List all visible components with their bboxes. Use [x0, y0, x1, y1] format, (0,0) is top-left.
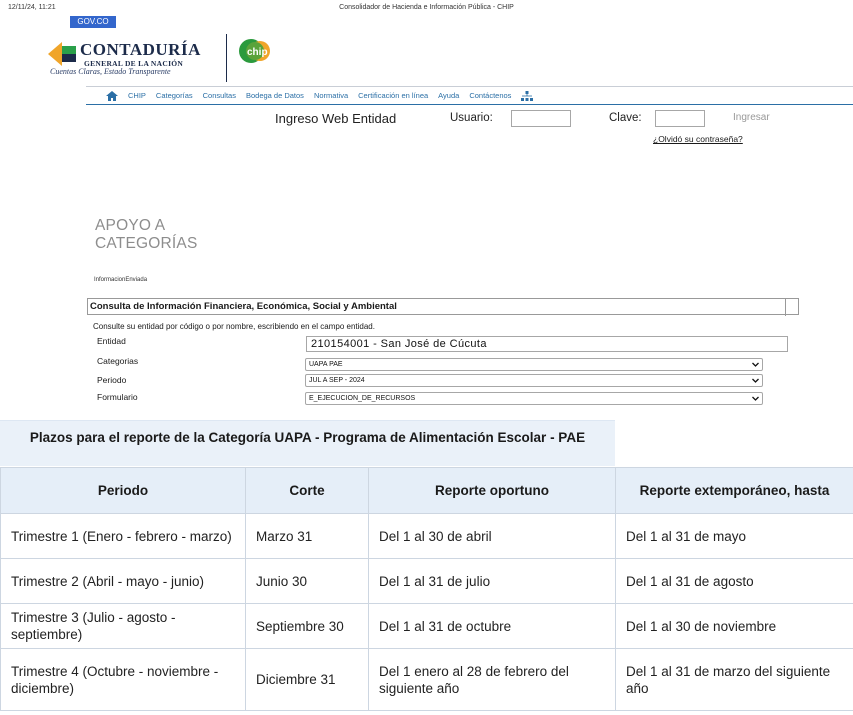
nav-divider-bottom — [86, 104, 853, 105]
entidad-input[interactable]: 210154001 - San José de Cúcuta — [306, 336, 788, 352]
username-input[interactable] — [511, 110, 571, 127]
nav-item-contactenos[interactable]: Contáctenos — [469, 91, 511, 100]
chevron-down-icon — [752, 378, 759, 383]
periodo-select[interactable]: JUL A SEP - 2024 — [305, 374, 763, 387]
nav-item-chip[interactable]: CHIP — [128, 91, 146, 100]
form-header-text: Consulta de Información Financiera, Econ… — [90, 301, 397, 312]
formulario-label: Formulario — [97, 392, 138, 402]
chip-logo-icon[interactable]: chip — [238, 38, 270, 64]
form-header-scrollbar[interactable] — [785, 299, 798, 316]
table-cell: Trimestre 1 (Enero - febrero - marzo) — [0, 513, 246, 559]
column-header-corte: Corte — [245, 467, 369, 514]
categorias-label: Categorias — [97, 356, 139, 366]
table-cell: Del 1 al 30 de abril — [368, 513, 616, 559]
nav-item-categorias[interactable]: Categorías — [156, 91, 193, 100]
sitemap-icon[interactable] — [521, 90, 534, 101]
table-cell: Del 1 al 31 de mayo — [615, 513, 853, 559]
chevron-down-icon — [752, 362, 759, 367]
chevron-down-icon — [752, 396, 759, 401]
categorias-select-value: UAPA PAE — [309, 361, 343, 368]
chip-logo-text: chip — [247, 47, 268, 58]
table-cell: Del 1 al 31 de agosto — [615, 558, 853, 604]
categorias-select[interactable]: UAPA PAE — [305, 358, 763, 371]
table-row: Trimestre 3 (Julio - agosto - septiembre… — [0, 603, 853, 649]
formulario-select-value: E_EJECUCION_DE_RECURSOS — [309, 395, 416, 402]
table-cell: Marzo 31 — [245, 513, 369, 559]
plazos-title: Plazos para el reporte de la Categoría U… — [0, 420, 615, 466]
print-page-title: Consolidador de Hacienda e Información P… — [339, 4, 514, 11]
table-header-row: Periodo Corte Reporte oportuno Reporte e… — [0, 467, 853, 514]
info-enviada-label: InformacionEnviada — [94, 277, 148, 283]
logo-tagline: Cuentas Claras, Estado Transparente — [50, 67, 171, 76]
section-title-line2: CATEGORÍAS — [95, 235, 198, 252]
contaduria-logo[interactable]: CONTADURÍA GENERAL DE LA NACIÓN Cuentas … — [48, 38, 238, 78]
nav-item-ayuda[interactable]: Ayuda — [438, 91, 459, 100]
formulario-select[interactable]: E_EJECUCION_DE_RECURSOS — [305, 392, 763, 405]
table-row: Trimestre 1 (Enero - febrero - marzo) Ma… — [0, 513, 853, 559]
table-cell: Del 1 al 31 de octubre — [368, 603, 616, 649]
entidad-label: Entidad — [97, 336, 126, 346]
contaduria-arrow-icon — [48, 42, 76, 66]
column-header-reporte-oportuno: Reporte oportuno — [368, 467, 616, 514]
forgot-password-link[interactable]: ¿Olvidó su contraseña? — [653, 134, 743, 144]
consulta-form: Consulta de Información Financiera, Econ… — [87, 298, 799, 414]
home-icon[interactable] — [106, 90, 118, 101]
login-title: Ingreso Web Entidad — [275, 111, 397, 126]
username-label: Usuario: — [450, 112, 493, 124]
logo-divider — [226, 34, 227, 82]
periodo-select-value: JUL A SEP - 2024 — [309, 377, 365, 384]
nav-item-certificacion[interactable]: Certificación en línea — [358, 91, 428, 100]
table-cell: Del 1 al 31 de julio — [368, 558, 616, 604]
nav-item-consultas[interactable]: Consultas — [203, 91, 236, 100]
table-cell: Del 1 al 30 de noviembre — [615, 603, 853, 649]
table-row: Trimestre 2 (Abril - mayo - junio) Junio… — [0, 558, 853, 604]
plazos-section: Plazos para el reporte de la Categoría U… — [0, 420, 853, 715]
column-header-periodo: Periodo — [0, 467, 246, 514]
section-title-line1: APOYO A — [95, 217, 166, 234]
section-title: APOYO A CATEGORÍAS — [95, 217, 197, 253]
nav-item-normativa[interactable]: Normativa — [314, 91, 348, 100]
table-cell: Trimestre 3 (Julio - agosto - septiembre… — [0, 603, 246, 649]
nav-divider-top — [86, 86, 853, 87]
plazos-table: Periodo Corte Reporte oportuno Reporte e… — [0, 467, 853, 711]
login-button[interactable]: Ingresar — [733, 112, 770, 123]
form-description: Consulte su entidad por código o por nom… — [93, 322, 375, 331]
periodo-label: Periodo — [97, 375, 127, 385]
table-cell: Del 1 enero al 28 de febrero del siguien… — [368, 648, 616, 711]
table-row: Trimestre 4 (Octubre - noviembre - dicie… — [0, 648, 853, 711]
password-input[interactable] — [655, 110, 705, 127]
print-header: 12/11/24, 11:21 Consolidador de Hacienda… — [8, 4, 845, 14]
table-cell: Junio 30 — [245, 558, 369, 604]
table-cell: Trimestre 4 (Octubre - noviembre - dicie… — [0, 648, 246, 711]
table-cell: Del 1 al 31 de marzo del siguiente año — [615, 648, 853, 711]
password-label: Clave: — [609, 112, 642, 124]
table-cell: Diciembre 31 — [245, 648, 369, 711]
column-header-reporte-extemporaneo: Reporte extemporáneo, hasta — [615, 467, 853, 514]
table-cell: Septiembre 30 — [245, 603, 369, 649]
logo-title: CONTADURÍA — [80, 40, 201, 59]
govco-badge[interactable]: GOV.CO — [70, 16, 116, 28]
table-cell: Trimestre 2 (Abril - mayo - junio) — [0, 558, 246, 604]
main-nav: CHIP Categorías Consultas Bodega de Dato… — [106, 89, 534, 102]
form-header: Consulta de Información Financiera, Econ… — [87, 298, 799, 316]
nav-item-bodega-de-datos[interactable]: Bodega de Datos — [246, 91, 304, 100]
